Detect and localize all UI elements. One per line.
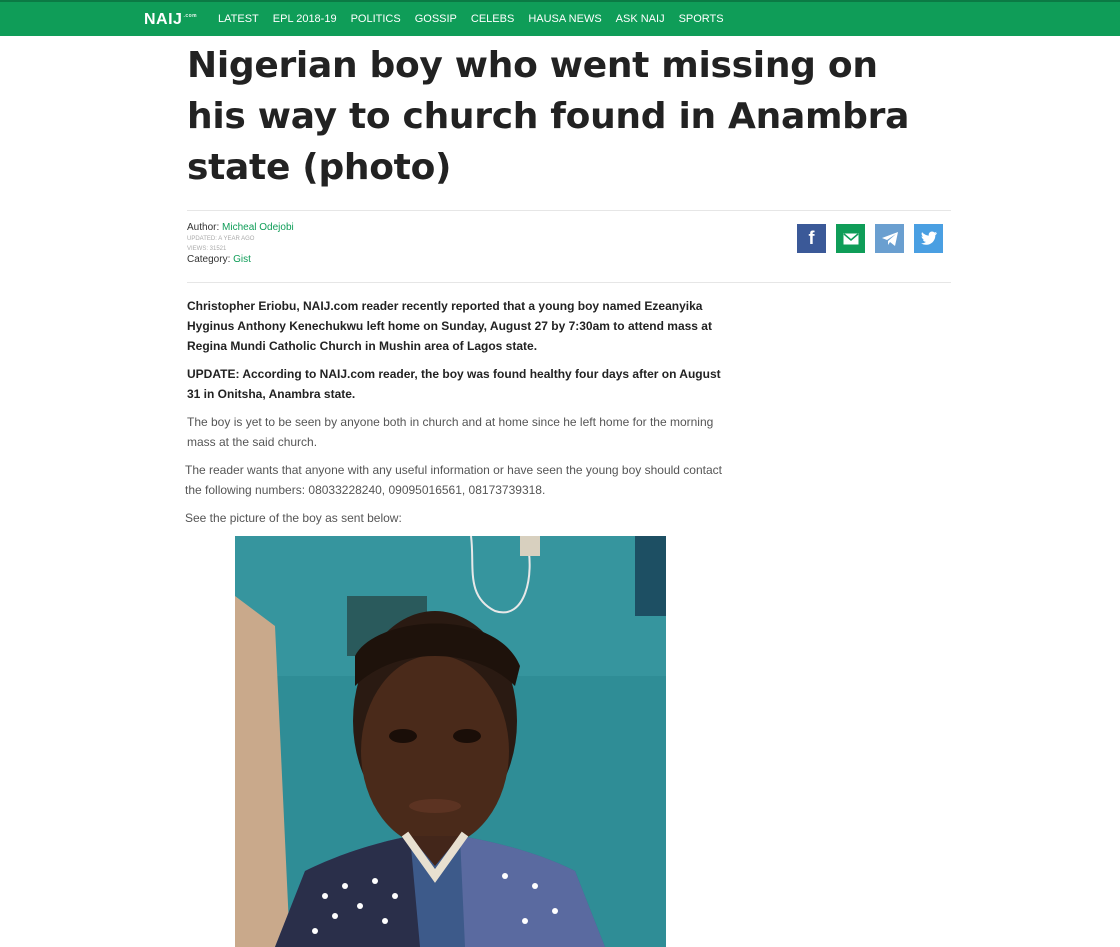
nav-item-epl[interactable]: EPL 2018-19	[273, 13, 337, 25]
category-link[interactable]: Gist	[233, 254, 251, 265]
nav-item-celebs[interactable]: CELEBS	[471, 13, 514, 25]
article-paragraph: The boy is yet to be seen by anyone both…	[187, 415, 714, 449]
nav-item-ask-naij[interactable]: ASK NAIJ	[616, 13, 665, 25]
top-navigation-bar: NAIJ.com LATEST EPL 2018-19 POLITICS GOS…	[0, 0, 1120, 36]
title-divider	[187, 210, 951, 211]
category-line: Category: Gist	[187, 254, 294, 266]
nav-item-gossip[interactable]: GOSSIP	[415, 13, 457, 25]
telegram-icon	[881, 231, 898, 246]
nav-item-sports[interactable]: SPORTS	[679, 13, 724, 25]
update-paragraph: UPDATE: According to NAIJ.com reader, th…	[187, 367, 721, 401]
article-photo	[235, 536, 666, 947]
article-body: Christopher Eriobu, NAIJ.com reader rece…	[185, 296, 727, 536]
category-label: Category:	[187, 254, 231, 265]
author-link[interactable]: Micheal Odejobi	[222, 222, 294, 233]
share-email-button[interactable]	[836, 224, 865, 253]
share-twitter-button[interactable]	[914, 224, 943, 253]
meta-divider	[187, 282, 951, 283]
facebook-icon: f	[808, 228, 815, 248]
nav-item-latest[interactable]: LATEST	[218, 13, 259, 25]
email-icon	[843, 232, 858, 244]
logo-suffix: .com	[183, 13, 198, 19]
share-facebook-button[interactable]: f	[797, 224, 826, 253]
nav-item-hausa-news[interactable]: HAUSA NEWS	[528, 13, 601, 25]
author-line: Author: Micheal Odejobi	[187, 222, 294, 234]
boy-photo	[235, 536, 666, 947]
article-title: Nigerian boy who went missing on his way…	[187, 45, 910, 188]
article-paragraph: The reader wants that anyone with any us…	[185, 463, 722, 497]
article-paragraph: See the picture of the boy as sent below…	[185, 511, 402, 525]
article-paragraph: Christopher Eriobu, NAIJ.com reader rece…	[187, 299, 712, 353]
author-label: Author:	[187, 222, 220, 233]
logo-text: NAIJ	[144, 11, 183, 28]
share-telegram-button[interactable]	[875, 224, 904, 253]
twitter-icon	[920, 231, 937, 245]
view-count: VIEWS: 31521	[187, 246, 227, 252]
site-logo[interactable]: NAIJ.com	[144, 11, 198, 29]
updated-time: UPDATED: A YEAR AGO	[187, 236, 255, 242]
nav-item-politics[interactable]: POLITICS	[351, 13, 401, 25]
article-meta: Author: Micheal Odejobi UPDATED: A YEAR …	[187, 222, 294, 266]
main-menu: LATEST EPL 2018-19 POLITICS GOSSIP CELEB…	[218, 13, 738, 25]
